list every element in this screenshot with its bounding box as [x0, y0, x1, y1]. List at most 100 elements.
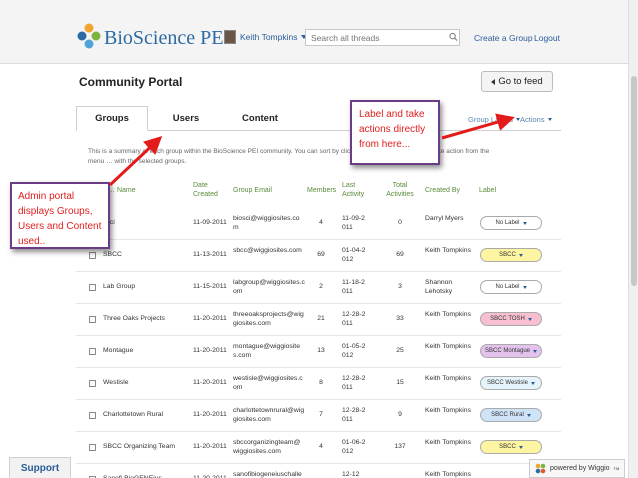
members-cell: 21: [317, 315, 325, 322]
column-header-group-name[interactable]: … Name: [108, 187, 168, 196]
scrollbar[interactable]: [628, 0, 638, 478]
row-checkbox[interactable]: [89, 284, 96, 291]
last-activity-cell: 12-28-2011: [342, 407, 366, 423]
label-text: SBCC Westisle: [487, 380, 528, 386]
group-email-cell[interactable]: sanofibiogeneiuschallen…: [233, 471, 305, 478]
group-labels-menu[interactable]: Group Labels: [468, 115, 521, 124]
group-email-cell[interactable]: sbcc@wiggiosites.com: [233, 247, 305, 256]
search-input[interactable]: [305, 29, 460, 46]
user-menu[interactable]: Keith Tompkins: [224, 30, 308, 44]
label-dropdown[interactable]: No Label: [480, 280, 542, 294]
members-cell: 7: [319, 411, 323, 418]
total-activities-cell: 9: [398, 411, 402, 418]
group-labels-label: Group Labels: [468, 115, 514, 124]
last-activity-cell: 12-28-2011: [342, 375, 366, 391]
last-activity-cell: 11-09-2011: [342, 215, 365, 231]
column-header-last-activity[interactable]: Last Activity: [342, 182, 372, 199]
table-row: SBCC 11-13-2011 sbcc@wiggiosites.com 69 01-0…: [76, 240, 561, 272]
row-checkbox[interactable]: [89, 252, 96, 259]
row-checkbox[interactable]: [89, 380, 96, 387]
avatar: [224, 30, 236, 44]
logout-link[interactable]: Logout: [534, 33, 560, 43]
label-text: SBCC TOSH: [490, 316, 525, 322]
chevron-down-icon: [518, 445, 523, 449]
group-email-cell[interactable]: sbccorganizingteam@wiggiosites.com: [233, 439, 305, 456]
group-name-cell[interactable]: Charlottetown Rural: [103, 411, 183, 420]
column-header-created-by[interactable]: Created By: [425, 187, 475, 196]
label-text: No Label: [495, 220, 520, 226]
group-email-cell[interactable]: threeoaksprojects@wiggiosites.com: [233, 311, 305, 328]
tab-users[interactable]: Users: [150, 106, 222, 131]
support-tab[interactable]: Support: [9, 457, 71, 478]
date-created-cell: 11-15-2011: [193, 283, 227, 290]
chevron-down-icon: [518, 253, 523, 257]
total-activities-cell: 25: [396, 347, 404, 354]
row-checkbox[interactable]: [89, 348, 96, 355]
logo-text[interactable]: BioScience PEI: [104, 27, 230, 50]
table-row: Charlottetown Rural 11-20-2011 charlotteto…: [76, 400, 561, 432]
screen: BioScience PEI Keith Tompkins Create a G…: [0, 0, 638, 478]
search-icon[interactable]: [449, 32, 458, 42]
row-checkbox[interactable]: [89, 316, 96, 323]
date-created-cell: 11-20-2011: [193, 411, 227, 418]
table-row: Sanofi BioGENEius11-20-2011sanofibiogene…: [76, 464, 561, 478]
table-row: Three Oaks Projects 11-20-2011 threeoakspr…: [76, 304, 561, 336]
actions-menu[interactable]: Actions: [520, 115, 552, 124]
last-activity-cell: 11-18-2011: [342, 279, 365, 295]
tab-content[interactable]: Content: [224, 106, 296, 131]
label-dropdown[interactable]: SBCC TOSH: [480, 312, 542, 326]
group-email-cell[interactable]: westisle@wiggiosites.com: [233, 375, 305, 392]
created-by-cell: Keith Tompkins: [425, 407, 471, 414]
group-email-cell[interactable]: biosci@wiggiosites.com: [233, 215, 305, 232]
label-dropdown[interactable]: SBCC Rural: [480, 408, 542, 422]
create-group-link[interactable]: Create a Group: [474, 33, 533, 43]
column-header-label[interactable]: Label: [479, 187, 509, 196]
members-cell: 13: [317, 347, 325, 354]
row-checkbox[interactable]: [89, 412, 96, 419]
total-activities-cell: 137: [394, 443, 406, 450]
top-bar: BioScience PEI Keith Tompkins Create a G…: [0, 0, 638, 64]
last-activity-cell: 01-05-2012: [342, 343, 366, 359]
column-header-date-created[interactable]: Date Created: [193, 182, 225, 199]
row-checkbox[interactable]: [89, 444, 96, 451]
last-activity-cell: 12-12-…: [342, 471, 360, 478]
group-name-cell[interactable]: Lab Group: [103, 283, 183, 292]
column-header-total-activities[interactable]: Total Activities: [384, 182, 416, 199]
created-by-cell: Shannon Lehotsky: [425, 279, 453, 295]
group-name-cell[interactable]: Westisle: [103, 379, 183, 388]
members-cell: 4: [319, 443, 323, 450]
user-name: Keith Tompkins: [240, 32, 298, 42]
chevron-down-icon: [533, 349, 538, 353]
chevron-down-icon: [527, 317, 532, 321]
date-created-cell: 11-20-2011: [193, 347, 227, 354]
bioscience-logo-icon: [77, 23, 101, 49]
last-activity-cell: 01-04-2012: [342, 247, 366, 263]
powered-by-badge[interactable]: powered by Wiggio TM: [529, 459, 625, 478]
date-created-cell: 11-20-2011: [193, 443, 227, 450]
group-email-cell[interactable]: montague@wiggiosites.com: [233, 343, 305, 360]
label-dropdown[interactable]: No Label: [480, 216, 542, 230]
tab-groups[interactable]: Groups: [76, 106, 148, 131]
group-name-cell[interactable]: …ci: [103, 219, 183, 228]
group-name-cell[interactable]: Three Oaks Projects: [103, 315, 183, 324]
date-created-cell: 11-20-2011: [193, 379, 227, 386]
column-header-group-email[interactable]: Group Email: [233, 187, 303, 196]
created-by-cell: Darryl Myers: [425, 215, 464, 222]
group-email-cell[interactable]: charlottetownrural@wiggiosites.com: [233, 407, 305, 424]
date-created-cell: 11-13-2011: [193, 251, 227, 258]
label-dropdown[interactable]: SBCC Montague: [480, 344, 542, 358]
label-dropdown[interactable]: SBCC Westisle: [480, 376, 542, 390]
label-dropdown[interactable]: SBCC: [480, 248, 542, 262]
table-row: SBCC Organizing Team 11-20-2011 sbccorgani…: [76, 432, 561, 464]
group-name-cell[interactable]: SBCC Organizing Team: [103, 443, 183, 452]
label-text: No Label: [495, 284, 520, 290]
created-by-cell: Keith Tompkins: [425, 343, 471, 350]
group-email-cell[interactable]: labgroup@wiggiosites.com: [233, 279, 305, 296]
group-name-cell[interactable]: SBCC: [103, 251, 183, 260]
total-activities-cell: 69: [396, 251, 404, 258]
column-header-members[interactable]: Members: [307, 187, 339, 196]
go-to-feed-button[interactable]: Go to feed: [481, 71, 553, 92]
scrollbar-thumb[interactable]: [631, 76, 637, 286]
group-name-cell[interactable]: Montague: [103, 347, 183, 356]
label-dropdown[interactable]: SBCC: [480, 440, 542, 454]
